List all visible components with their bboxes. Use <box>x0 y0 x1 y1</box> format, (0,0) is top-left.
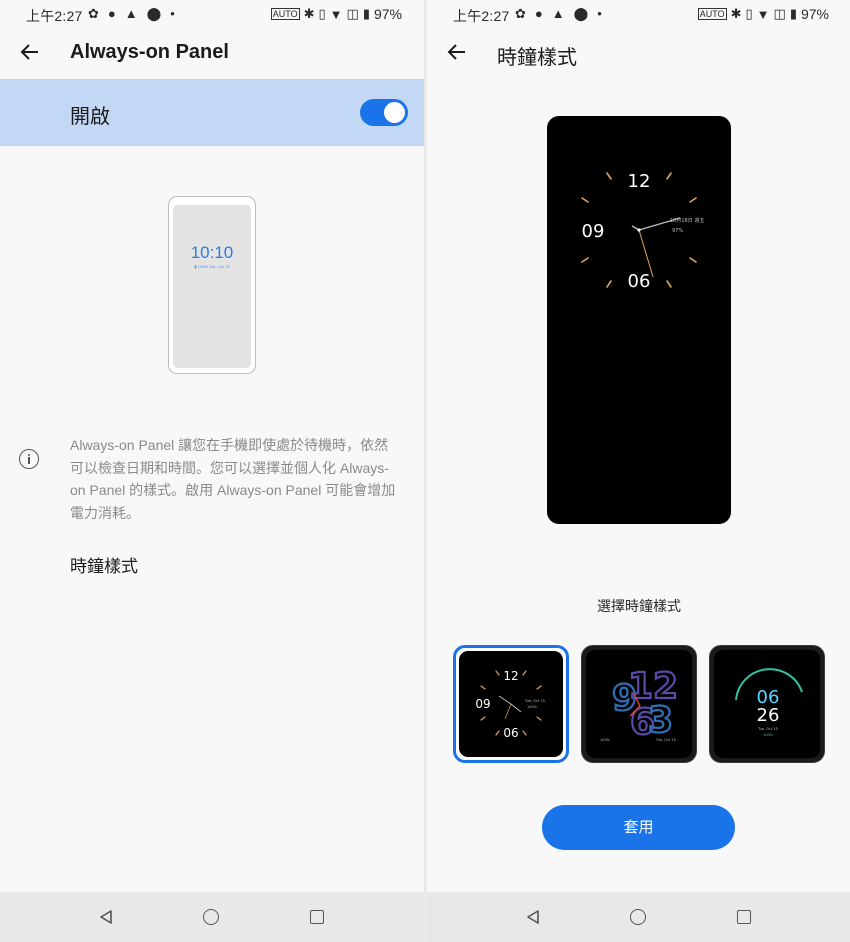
nav-back-icon[interactable] <box>98 909 114 925</box>
preview-subtext: ▮ 100% Tue, Oct 15 <box>194 264 230 269</box>
nav-recents-icon[interactable] <box>737 910 751 924</box>
clock-style-menu-item[interactable]: 時鐘樣式 <box>70 552 138 577</box>
thumb-analog-clock: 12 09 06 Tue, Oct 15 100% <box>475 669 545 740</box>
warning-icon: ▲ <box>124 6 138 21</box>
auto-icon: AUTO <box>697 8 727 20</box>
wifi-icon: ▼ <box>329 6 343 22</box>
dot-icon: • <box>597 6 602 21</box>
circle-app-icon: ● <box>534 6 543 21</box>
location-icon: ⬤ <box>146 6 162 21</box>
status-time: 上午2:27 <box>26 8 83 24</box>
status-bar: 上午2:27 ✿ ● ▲ ⬤ • AUTO ✱ ▯ ▼ ◫ ▮ 97% <box>427 0 850 28</box>
app-bar: 時鐘樣式 <box>427 30 850 76</box>
status-left-icons: ✿ ● ▲ ⬤ • <box>88 6 175 22</box>
vibrate-icon: ▯ <box>745 6 753 21</box>
wifi-icon: ▼ <box>756 6 770 22</box>
thumb-arc-digital-clock: 06 26 Tue, Oct 15 100% <box>735 668 803 737</box>
gear-icon: ✿ <box>88 6 99 21</box>
always-on-panel-screen: 上午2:27 ✿ ● ▲ ⬤ • AUTO ✱ ▯ ▼ ◫ ▮ 97% Alwa… <box>0 0 424 942</box>
status-bar: 上午2:27 ✿ ● ▲ ⬤ • AUTO ✱ ▯ ▼ ◫ ▮ 97% <box>0 0 424 28</box>
gear-icon: ✿ <box>515 6 526 21</box>
clock-style-screen: 上午2:27 ✿ ● ▲ ⬤ • AUTO ✱ ▯ ▼ ◫ ▮ 97% 時鐘樣式 <box>427 0 850 942</box>
bluetooth-icon: ✱ <box>730 6 742 21</box>
clock-numeral-12: 12 <box>628 171 651 192</box>
thumb1-numeral-09: 09 <box>475 697 490 711</box>
vibrate-icon: ▯ <box>318 6 326 21</box>
thumb1-date: Tue, Oct 15 <box>524 699 545 703</box>
auto-icon: AUTO <box>270 8 300 20</box>
thumb1-battery: 100% <box>527 705 538 709</box>
thumb1-numeral-12: 12 <box>503 669 518 683</box>
phone-preview: 10:10 ▮ 100% Tue, Oct 15 <box>168 196 256 374</box>
analog-clock-preview: 12 09 06 10月18日 週五 97% <box>581 171 704 292</box>
arrow-left-icon <box>20 44 38 60</box>
nav-back-icon[interactable] <box>525 909 541 925</box>
navigation-bar <box>0 892 424 942</box>
svg-text:3: 3 <box>648 700 673 741</box>
thumb1-numeral-06: 06 <box>503 726 518 740</box>
thumb3-minute: 26 <box>757 705 780 726</box>
enable-switch[interactable] <box>360 99 408 126</box>
app-bar: Always-on Panel <box>0 30 424 76</box>
nav-recents-icon[interactable] <box>310 910 324 924</box>
clock-preview: 12 09 06 10月18日 週五 97% <box>547 116 731 524</box>
no-sim-icon: ◫ <box>773 6 786 21</box>
thumb2-battery: 100% <box>600 738 611 742</box>
battery-percent: 97% <box>373 6 402 22</box>
preview-time: 10:10 <box>190 243 234 262</box>
nav-home-icon[interactable] <box>203 909 219 925</box>
bluetooth-icon: ✱ <box>303 6 315 21</box>
arrow-left-icon <box>447 44 465 60</box>
clock-date: 10月18日 週五 <box>670 217 704 224</box>
status-right-icons: AUTO ✱ ▯ ▼ ◫ ▮ 97% <box>697 6 829 22</box>
page-title: Always-on Panel <box>70 41 229 63</box>
no-sim-icon: ◫ <box>346 6 359 21</box>
thumb-analog-screen: 12 09 06 Tue, Oct 15 100% <box>459 651 563 757</box>
back-button[interactable] <box>12 34 48 70</box>
nav-home-icon[interactable] <box>630 909 646 925</box>
thumb3-battery: 100% <box>763 733 774 737</box>
info-description: Always-on Panel 讓您在手機即使處於待機時，依然可以檢查日期和時間… <box>70 437 396 521</box>
battery-percent: 97% <box>800 6 829 22</box>
navigation-bar <box>427 892 850 942</box>
status-time: 上午2:27 <box>453 8 510 24</box>
clock-style-thumb-large-digits[interactable]: 12 9 6 3 100% Tue, Oct 15 <box>581 645 697 763</box>
thumb-large-digits-clock: 12 9 6 3 100% Tue, Oct 15 <box>600 665 679 744</box>
battery-icon: ▮ <box>789 6 797 21</box>
dot-icon: • <box>170 6 175 21</box>
clock-style-thumb-analog[interactable]: 12 09 06 Tue, Oct 15 100% <box>453 645 569 763</box>
apply-button[interactable]: 套用 <box>542 805 735 850</box>
thumb-arc-digital-screen: 06 26 Tue, Oct 15 100% <box>714 650 820 758</box>
info-icon <box>19 449 39 469</box>
clock-numeral-09: 09 <box>582 221 605 242</box>
page-title: 時鐘樣式 <box>497 47 577 69</box>
clock-battery: 97% <box>672 228 683 234</box>
status-left-icons: ✿ ● ▲ ⬤ • <box>515 6 602 22</box>
thumb2-date: Tue, Oct 15 <box>655 738 676 742</box>
circle-app-icon: ● <box>107 6 116 21</box>
thumb3-date: Tue, Oct 15 <box>757 727 778 731</box>
back-button[interactable] <box>439 34 475 70</box>
warning-icon: ▲ <box>551 6 565 21</box>
status-right-icons: AUTO ✱ ▯ ▼ ◫ ▮ 97% <box>270 6 402 22</box>
phone-preview-screen: 10:10 ▮ 100% Tue, Oct 15 <box>173 205 251 368</box>
thumb-large-digits-screen: 12 9 6 3 100% Tue, Oct 15 <box>586 650 692 758</box>
clock-numeral-06: 06 <box>628 271 651 292</box>
choose-clock-style-label: 選擇時鐘樣式 <box>597 598 681 614</box>
switch-knob <box>384 102 405 123</box>
battery-icon: ▮ <box>362 6 370 21</box>
toggle-label: 開啟 <box>70 106 110 128</box>
clock-style-thumb-arc-digital[interactable]: 06 26 Tue, Oct 15 100% <box>709 645 825 763</box>
location-icon: ⬤ <box>573 6 589 21</box>
